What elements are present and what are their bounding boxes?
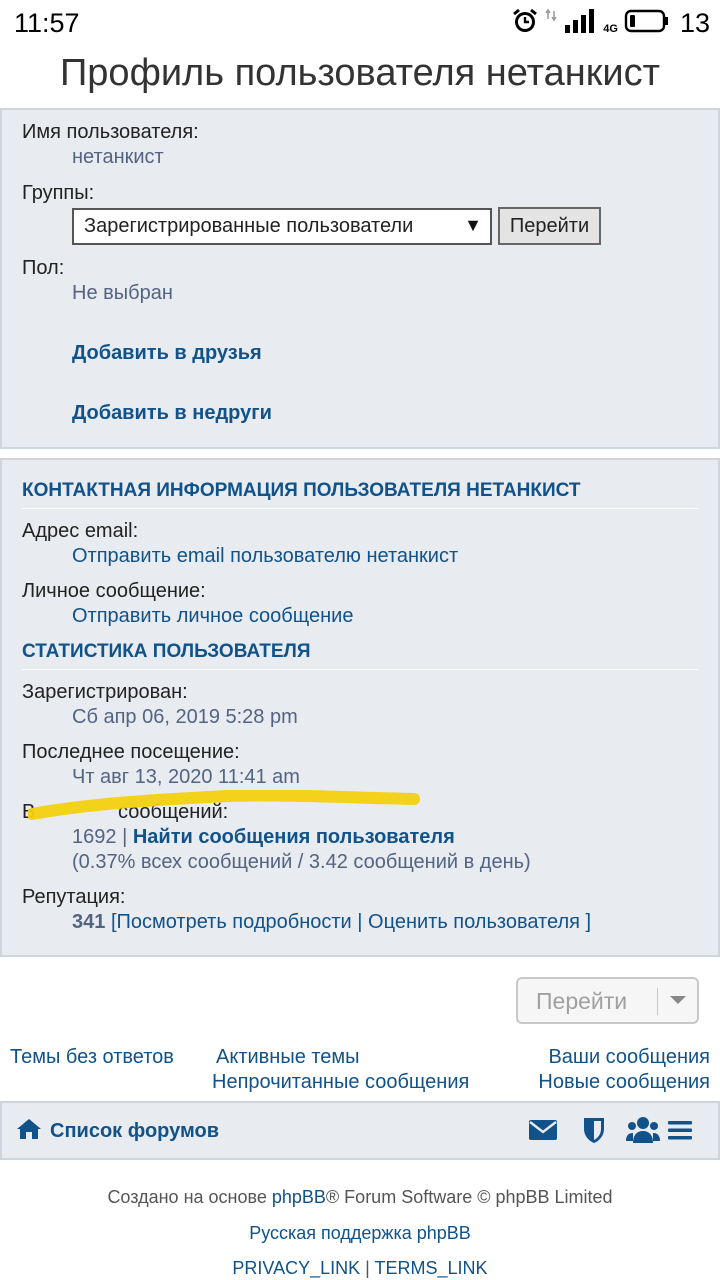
gender-value: Не выбран xyxy=(72,282,173,304)
unread-posts-link[interactable]: Непрочитанные сообщения xyxy=(212,1071,469,1094)
footer-powered-pre: Создано на основе xyxy=(107,1187,267,1207)
posts-line: 1692 | Найти сообщения пользователя xyxy=(72,826,455,849)
footer-powered-post: ® Forum Software © phpBB Limited xyxy=(325,1187,613,1207)
russian-support-link[interactable]: Русская поддержка phpBB xyxy=(249,1223,471,1243)
username-label: Имя пользователя: xyxy=(22,121,199,143)
gender-label: Пол: xyxy=(22,257,65,279)
menu-icon[interactable] xyxy=(666,1115,694,1150)
groups-label: Группы: xyxy=(22,182,95,204)
page-title: Профиль пользователя нетанкист xyxy=(59,52,660,94)
bottom-navbar: Список форумов xyxy=(0,1101,720,1160)
forum-index-link[interactable]: Список форумов xyxy=(16,1117,219,1146)
status-bar: 11:57 4G 13 xyxy=(0,0,720,46)
stats-heading: СТАТИСТИКА ПОЛЬЗОВАТЕЛЯ xyxy=(22,641,698,670)
reputation-value: 341 xyxy=(72,911,106,933)
forum-index-label: Список форумов xyxy=(50,1120,220,1142)
add-friend-link[interactable]: Добавить в друзья xyxy=(72,342,262,365)
jump-divider xyxy=(657,988,658,1015)
send-pm-link[interactable]: Отправить личное сообщение xyxy=(72,605,353,628)
find-posts-link[interactable]: Найти сообщения пользователя xyxy=(133,826,455,848)
rep-rate-link[interactable]: Оценить пользователя xyxy=(368,911,580,933)
status-icons: 4G 13 xyxy=(511,8,710,38)
caret-down-icon xyxy=(668,990,688,1015)
add-foe-link[interactable]: Добавить в недруги xyxy=(72,402,272,425)
data-arrows-icon xyxy=(545,7,557,40)
registered-value: Сб апр 06, 2019 5:28 pm xyxy=(72,706,298,728)
status-time: 11:57 xyxy=(14,8,80,38)
rep-details-link[interactable]: Посмотреть подробности xyxy=(117,911,352,933)
footer-legal-sep: | xyxy=(365,1258,370,1278)
terms-link[interactable]: TERMS_LINK xyxy=(375,1258,488,1278)
dropdown-arrow-icon: ▼ xyxy=(464,215,482,235)
footer-credits: Создано на основе phpBB® Forum Software … xyxy=(0,1187,720,1208)
posts-label-start: В xyxy=(22,801,36,823)
username-value: нетанкист xyxy=(72,146,164,168)
home-icon xyxy=(16,1117,42,1146)
posts-count: 1692 xyxy=(72,826,117,848)
pm-label: Личное сообщение: xyxy=(22,580,206,602)
network-type: 4G xyxy=(603,23,618,35)
reputation-line: 341 [Посмотреть подробности | Оценить по… xyxy=(72,911,591,934)
posts-percent: (0.37% всех сообщений / 3.42 сообщений в… xyxy=(72,851,531,873)
reputation-label: Репутация: xyxy=(22,886,126,908)
privacy-link[interactable]: PRIVACY_LINK xyxy=(232,1258,360,1278)
shield-icon[interactable] xyxy=(582,1115,606,1150)
jump-button[interactable]: Перейти xyxy=(516,977,699,1024)
last-visit-label: Последнее посещение: xyxy=(22,741,240,763)
posts-label-end: сообщений: xyxy=(118,801,229,823)
rep-separator: | xyxy=(357,911,363,933)
send-email-link[interactable]: Отправить email пользователю нетанкист xyxy=(72,545,458,568)
new-posts-link[interactable]: Новые сообщения xyxy=(538,1071,710,1094)
phpbb-link[interactable]: phpBB xyxy=(272,1187,326,1207)
footer-legal: PRIVACY_LINK | TERMS_LINK xyxy=(0,1258,720,1279)
envelope-icon[interactable] xyxy=(528,1115,558,1150)
groups-select-value: Зарегистрированные пользователи xyxy=(84,215,414,237)
registered-label: Зарегистрирован: xyxy=(22,681,188,703)
email-label: Адрес email: xyxy=(22,520,139,542)
groups-go-button[interactable]: Перейти xyxy=(498,207,601,245)
users-icon[interactable] xyxy=(626,1115,660,1150)
alarm-icon xyxy=(511,7,539,40)
active-topics-link[interactable]: Активные темы xyxy=(216,1046,360,1069)
battery-icon xyxy=(624,7,670,40)
groups-select[interactable]: Зарегистрированные пользователи ▼ xyxy=(72,208,492,245)
battery-level: 13 xyxy=(679,7,710,38)
footer-support: Русская поддержка phpBB xyxy=(0,1223,720,1244)
unanswered-topics-link[interactable]: Темы без ответов xyxy=(10,1046,174,1069)
signal-icon xyxy=(563,7,597,40)
contact-heading: КОНТАКТНАЯ ИНФОРМАЦИЯ ПОЛЬЗОВАТЕЛЯ НЕТАН… xyxy=(22,480,698,509)
posts-separator: | xyxy=(122,826,128,848)
rep-close-bracket: ] xyxy=(585,911,592,933)
your-posts-link[interactable]: Ваши сообщения xyxy=(548,1046,710,1069)
last-visit-value: Чт авг 13, 2020 11:41 am xyxy=(72,766,300,788)
jump-label: Перейти xyxy=(536,988,628,1014)
